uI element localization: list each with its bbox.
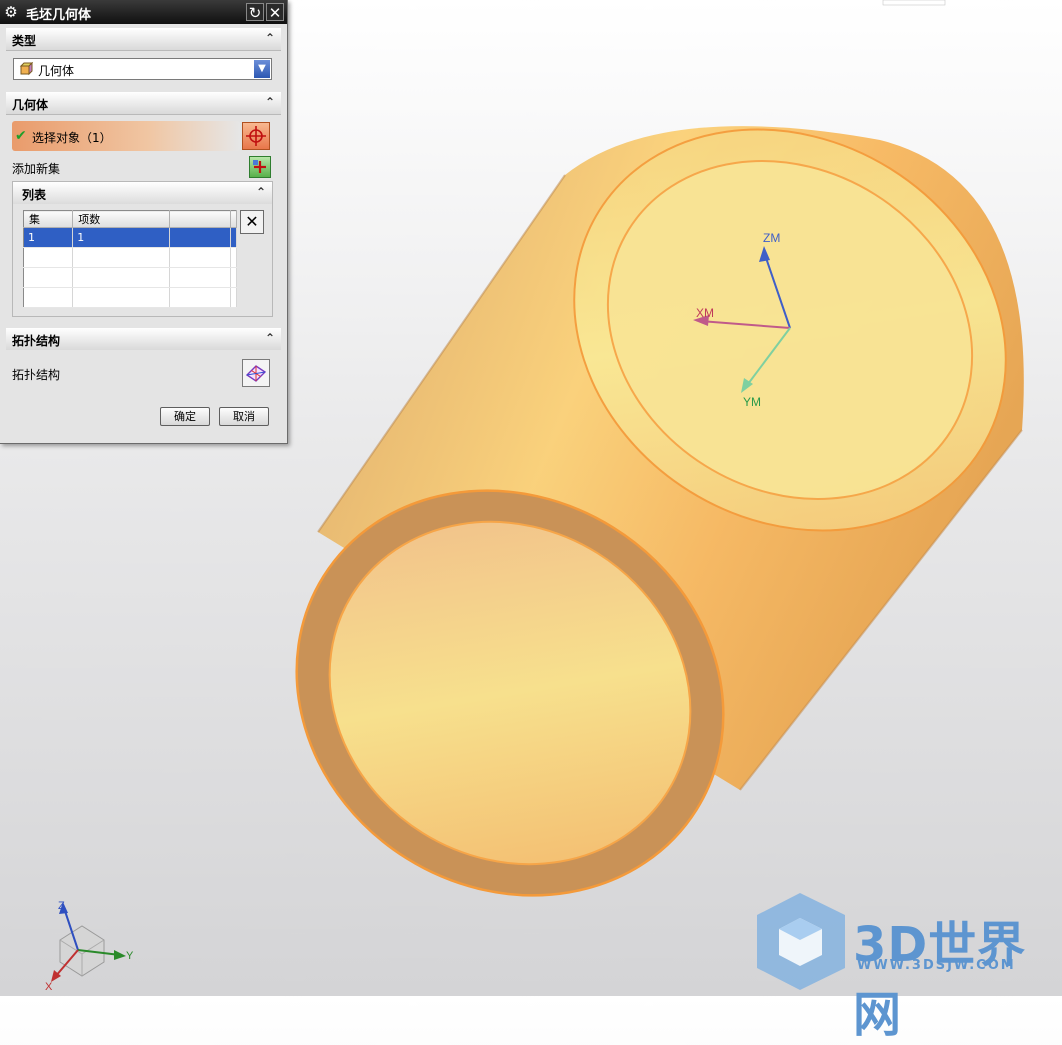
column-header[interactable]: 项数 bbox=[72, 210, 170, 228]
section-topology-label: 拓扑结构 bbox=[12, 334, 61, 348]
gear-icon[interactable]: ⚙ bbox=[2, 3, 20, 21]
table-cell bbox=[72, 267, 170, 288]
table-cell bbox=[169, 247, 232, 268]
column-header[interactable] bbox=[169, 210, 232, 228]
wcs-xm-label: XM bbox=[696, 306, 714, 320]
check-icon: ✔ bbox=[15, 128, 27, 144]
column-header[interactable]: 集 bbox=[23, 210, 74, 228]
geometry-body-icon bbox=[19, 62, 33, 76]
add-new-set-label: 添加新集 bbox=[12, 162, 61, 176]
select-object-label: 选择对象（1） bbox=[32, 131, 112, 145]
table-row[interactable]: 1 1 bbox=[23, 227, 237, 248]
watermark-url: WWW.3DSJW.COM bbox=[857, 958, 1016, 973]
table-cell bbox=[230, 227, 237, 248]
table-cell: 1 bbox=[23, 227, 74, 248]
cancel-button[interactable]: 取消 bbox=[219, 407, 269, 426]
select-object-button[interactable] bbox=[242, 122, 270, 150]
delete-set-button[interactable]: ✕ bbox=[240, 210, 264, 234]
collapse-caret-icon[interactable]: ⌃ bbox=[263, 95, 277, 109]
chevron-down-icon[interactable]: ▼ bbox=[254, 60, 270, 78]
table-cell bbox=[23, 287, 74, 308]
section-geometry-label: 几何体 bbox=[12, 98, 49, 112]
table-cell: 1 bbox=[72, 227, 170, 248]
list-label: 列表 bbox=[22, 188, 47, 202]
table-row[interactable] bbox=[23, 247, 237, 268]
add-set-icon bbox=[253, 160, 266, 173]
ok-button[interactable]: 确定 bbox=[160, 407, 210, 426]
table-row[interactable] bbox=[23, 267, 237, 288]
topology-button[interactable] bbox=[242, 359, 270, 387]
table-cell bbox=[230, 267, 237, 288]
list-header[interactable]: 列表 ⌃ bbox=[13, 182, 272, 204]
table-cell bbox=[169, 227, 232, 248]
table-cell bbox=[169, 287, 232, 308]
section-topology-header[interactable]: 拓扑结构 ⌃ bbox=[6, 328, 281, 351]
table-cell bbox=[23, 267, 74, 288]
crosshair-icon bbox=[246, 126, 266, 146]
section-geometry-header[interactable]: 几何体 ⌃ bbox=[6, 92, 281, 115]
table-cell bbox=[23, 247, 74, 268]
triad-z-label: Z bbox=[58, 900, 65, 912]
close-icon[interactable]: ✕ bbox=[266, 3, 284, 22]
triad-x-label: X bbox=[45, 981, 53, 993]
list-panel: 列表 ⌃ 集 项数 1 1 bbox=[12, 181, 273, 317]
wcs-zm-label: ZM bbox=[763, 231, 781, 245]
table-cell bbox=[230, 247, 237, 268]
collapse-caret-icon[interactable]: ⌃ bbox=[254, 185, 268, 199]
collapse-caret-icon[interactable]: ⌃ bbox=[263, 331, 277, 345]
table-cell bbox=[72, 247, 170, 268]
type-dropdown[interactable]: 几何体 ▼ bbox=[13, 58, 272, 80]
dialog-title: 毛坯几何体 bbox=[26, 8, 92, 23]
type-dropdown-value: 几何体 bbox=[38, 64, 75, 78]
dialog-titlebar[interactable]: ⚙ 毛坯几何体 ↻ ✕ bbox=[0, 0, 287, 24]
add-new-set-button[interactable] bbox=[249, 156, 271, 178]
blank-geometry-dialog: ⚙ 毛坯几何体 ↻ ✕ 类型 ⌃ 几何体 ▼ 几何体 ⌃ ✔ 选择对象（1） 添… bbox=[0, 0, 288, 444]
column-header[interactable] bbox=[230, 210, 237, 228]
table-cell bbox=[72, 287, 170, 308]
topology-field-label: 拓扑结构 bbox=[12, 368, 61, 382]
table-row[interactable] bbox=[23, 287, 237, 308]
collapse-caret-icon[interactable]: ⌃ bbox=[263, 31, 277, 45]
delete-x-icon: ✕ bbox=[245, 212, 259, 231]
wcs-ym-label: YM bbox=[743, 395, 761, 409]
table-cell bbox=[230, 287, 237, 308]
section-type-label: 类型 bbox=[12, 34, 37, 48]
watermark-logo: 3D世界网 bbox=[853, 917, 1027, 1043]
table-header-row: 集 项数 bbox=[23, 210, 237, 228]
triad-y-label: Y bbox=[126, 950, 134, 962]
sets-table[interactable]: 集 项数 1 1 bbox=[23, 210, 237, 308]
surface-mesh-icon bbox=[245, 365, 267, 382]
reset-icon[interactable]: ↻ bbox=[246, 3, 264, 22]
table-cell bbox=[169, 267, 232, 288]
select-object-row[interactable]: ✔ 选择对象（1） bbox=[12, 121, 240, 151]
section-type-header[interactable]: 类型 ⌃ bbox=[6, 28, 281, 51]
